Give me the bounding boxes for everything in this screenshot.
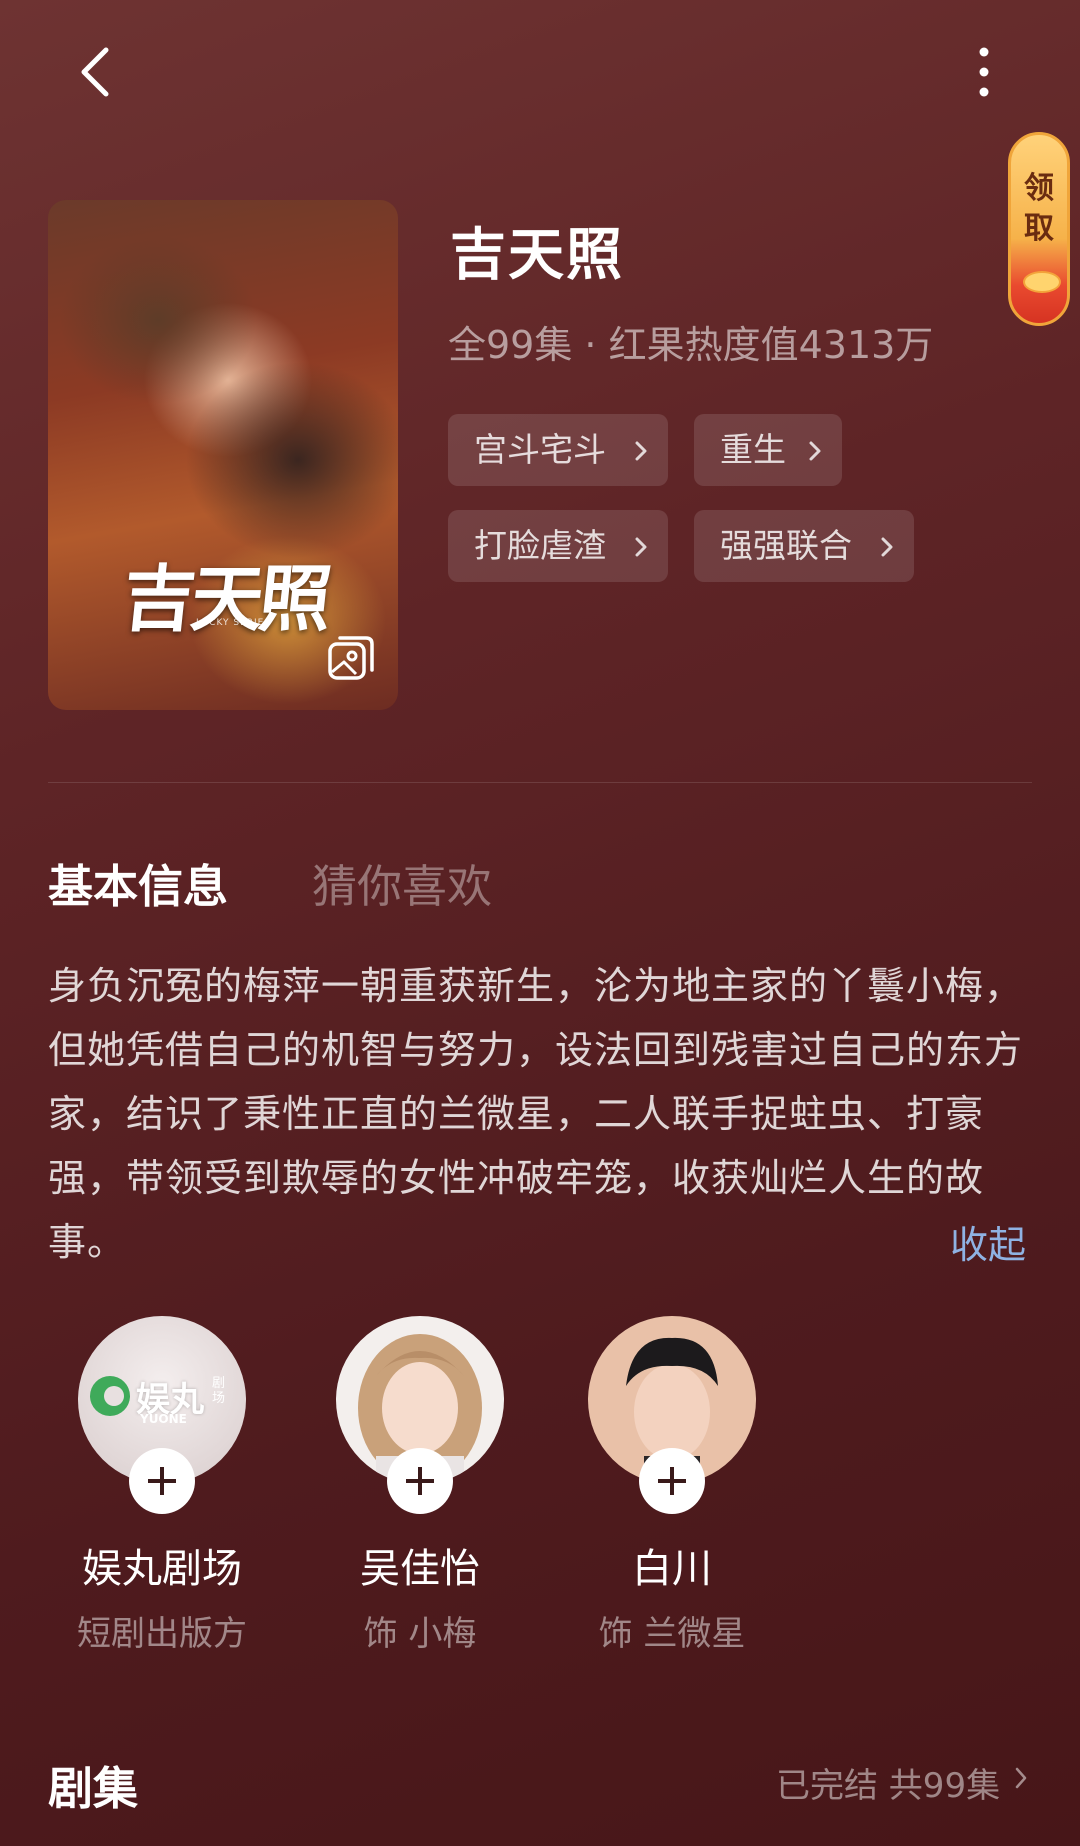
tag-chip[interactable]: 打脸虐渣 [448, 510, 668, 582]
more-options-button[interactable] [960, 42, 1010, 102]
back-button[interactable] [70, 42, 130, 102]
coin-icon [1023, 271, 1061, 293]
chevron-right-icon [635, 441, 647, 461]
gallery-icon[interactable] [326, 632, 378, 684]
cast-name: 吴佳怡 [360, 1546, 480, 1592]
episodes-status-link[interactable]: 已完结 共99集 [776, 1758, 1000, 1807]
publisher-logo-side: 剧场 [212, 1376, 226, 1406]
back-arrow-icon [81, 47, 109, 97]
collapse-link[interactable]: 收起 [950, 1214, 1026, 1269]
follow-button[interactable] [639, 1448, 705, 1514]
cast-role: 短剧出版方 [77, 1614, 247, 1654]
follow-button[interactable] [387, 1448, 453, 1514]
chevron-right-icon[interactable] [1014, 1766, 1028, 1790]
section-divider [48, 782, 1032, 783]
cover-subtitle: LUCKY SERIES [196, 618, 272, 628]
cast-role: 饰 兰微星 [598, 1614, 746, 1654]
drama-title: 吉天照 [450, 223, 624, 288]
reward-label: 领取 [1024, 171, 1054, 246]
drama-meta: 全99集 · 红果热度值4313万 [448, 323, 934, 367]
episodes-section-title: 剧集 [48, 1762, 139, 1815]
tag-chip[interactable]: 宫斗宅斗 [448, 414, 668, 486]
follow-button[interactable] [129, 1448, 195, 1514]
cast-name: 娱丸剧场 [82, 1546, 242, 1592]
chevron-right-icon [635, 537, 647, 557]
cast-role: 饰 小梅 [363, 1614, 477, 1654]
reward-claim-button[interactable]: 领取 [1008, 132, 1070, 326]
chevron-right-icon [809, 441, 821, 461]
tag-label: 打脸虐渣 [474, 526, 606, 565]
cast-name: 白川 [632, 1546, 712, 1592]
synopsis-text: 身负沉冤的梅萍一朝重获新生，沦为地主家的丫鬟小梅，但她凭借自己的机智与努力，设法… [48, 964, 1024, 1264]
cover-title-art: 吉天照 [118, 556, 332, 641]
tag-label: 宫斗宅斗 [474, 430, 606, 469]
chevron-right-icon [881, 537, 893, 557]
tag-label: 重生 [720, 430, 786, 469]
tag-chip[interactable]: 重生 [694, 414, 842, 486]
more-vertical-icon [979, 47, 989, 97]
tag-label: 强强联合 [720, 526, 852, 565]
tab-guess-you-like[interactable]: 猜你喜欢 [312, 850, 492, 915]
tag-chip[interactable]: 强强联合 [694, 510, 914, 582]
publisher-logo-sub: YUONE [140, 1412, 187, 1426]
drama-cover[interactable]: 吉天照 LUCKY SERIES [48, 200, 398, 710]
tab-basic-info[interactable]: 基本信息 [48, 850, 228, 915]
